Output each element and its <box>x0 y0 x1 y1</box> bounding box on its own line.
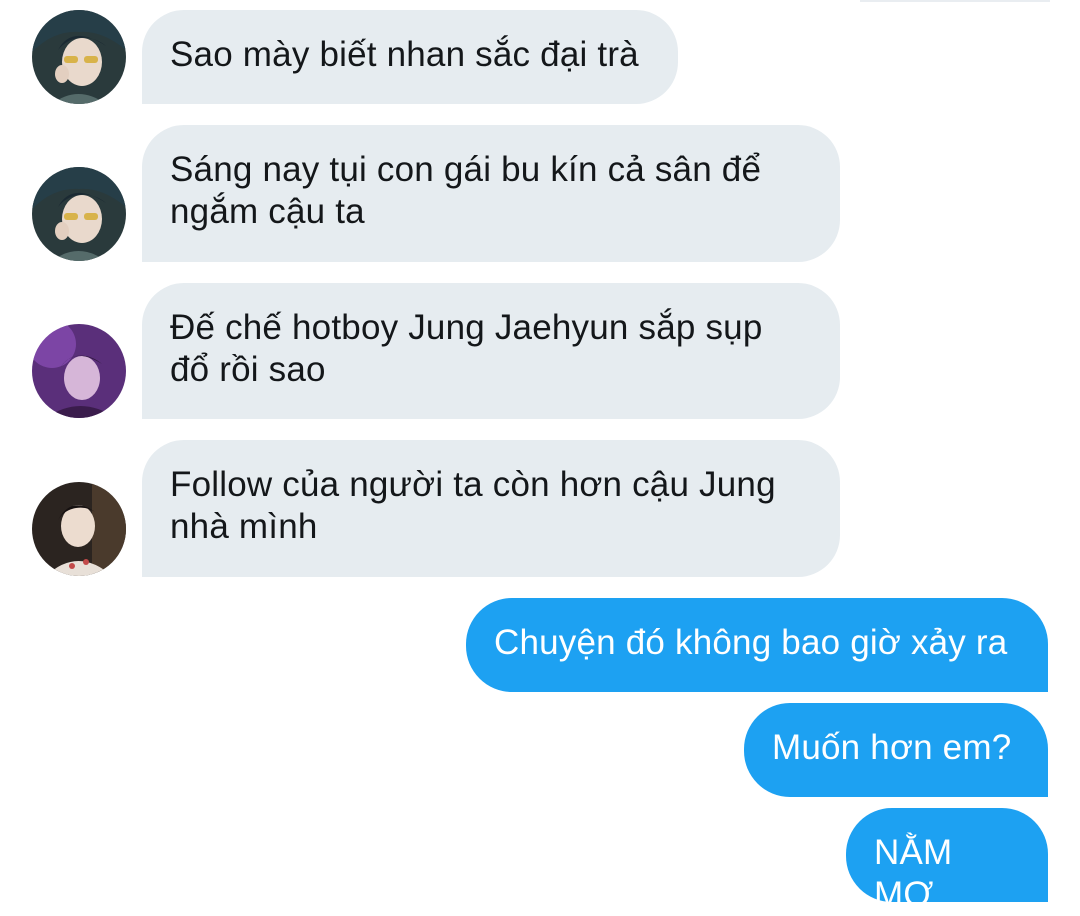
avatar-1-icon[interactable] <box>32 10 126 104</box>
message-bubble[interactable]: Đế chế hotboy Jung Jaehyun sắp sụp đổ rồ… <box>142 283 840 419</box>
message-bubble-sent[interactable]: NẰM MƠ <box>846 808 1048 914</box>
avatar-3-icon[interactable] <box>32 482 126 576</box>
top-divider <box>860 0 1050 2</box>
message-bubble[interactable]: Sao mày biết nhan sắc đại trà <box>142 10 678 104</box>
message-bubble-sent[interactable]: Chuyện đó không bao giờ xảy ra <box>466 598 1048 692</box>
avatar-2-icon[interactable] <box>32 324 126 418</box>
avatar-1-icon[interactable] <box>32 167 126 261</box>
message-bubble[interactable]: Follow của người ta còn hơn cậu Jung nhà… <box>142 440 840 577</box>
message-bubble[interactable]: Sáng nay tụi con gái bu kín cả sân để ng… <box>142 125 840 262</box>
message-bubble-sent[interactable]: Muốn hơn em? <box>744 703 1048 797</box>
